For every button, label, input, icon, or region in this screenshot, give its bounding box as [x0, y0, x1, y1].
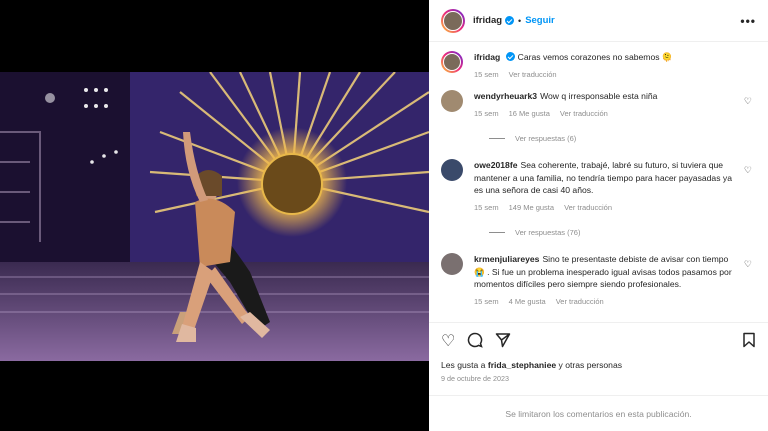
comments-limited-notice: Se limitaron los comentarios en esta pub… [429, 395, 768, 431]
comment-time: 15 sem [474, 108, 499, 118]
comment-time: 15 sem [474, 202, 499, 212]
caption-username[interactable]: ifridag [474, 52, 500, 62]
comment-avatar[interactable] [441, 159, 463, 181]
comment-heart-icon[interactable]: ♡ [744, 165, 752, 176]
caption-translate-link[interactable]: Ver traducción [509, 70, 557, 79]
media-area [0, 0, 429, 431]
comment-avatar[interactable] [441, 253, 463, 275]
comment-likes[interactable]: 4 Me gusta [509, 297, 546, 306]
comment-item: wendyrheuark3 Wow q irresponsable esta ni… [441, 90, 756, 120]
post-side-panel: ifridag • Seguir ••• ifridag Caras vemos… [429, 0, 768, 431]
comments-list[interactable]: ifridag Caras vemos corazones no sabemos… [429, 42, 768, 322]
comment-heart-icon[interactable]: ♡ [744, 96, 752, 107]
caption-time: 15 sem [474, 69, 499, 79]
author-avatar[interactable] [441, 8, 465, 33]
comment-likes[interactable]: 16 Me gusta [509, 109, 550, 118]
post-actions: ♡ [429, 322, 768, 360]
likes-summary[interactable]: Les gusta a frida_stephaniee y otras per… [441, 360, 622, 370]
comment-avatar[interactable] [441, 90, 463, 112]
post-header: ifridag • Seguir ••• [429, 0, 768, 42]
comment-translate-link[interactable]: Ver traducción [560, 109, 608, 118]
share-icon[interactable] [495, 332, 511, 352]
comment-likes[interactable]: 149 Me gusta [509, 203, 554, 212]
comment-text: Wow q irresponsable esta niña [540, 91, 658, 101]
comment-heart-icon[interactable]: ♡ [744, 259, 752, 270]
comment-username[interactable]: wendyrheuark3 [474, 91, 537, 101]
comment-item: krmenjuliareyes Sino te presentaste debis… [441, 253, 756, 308]
comment-translate-link[interactable]: Ver traducción [564, 203, 612, 212]
verified-badge-icon [506, 52, 516, 61]
caption-item: ifridag Caras vemos corazones no sabemos… [441, 51, 756, 81]
view-replies-link[interactable]: Ver respuestas (6) [489, 134, 756, 143]
follow-button[interactable]: Seguir [525, 15, 555, 26]
comment-time: 15 sem [474, 296, 499, 306]
post-photo[interactable] [0, 72, 429, 361]
comment-username[interactable]: krmenjuliareyes [474, 254, 539, 264]
verified-badge-icon [505, 16, 515, 25]
author-avatar[interactable] [441, 51, 463, 73]
more-options-icon[interactable]: ••• [740, 14, 756, 28]
view-replies-link[interactable]: Ver respuestas (76) [489, 228, 756, 237]
comment-translate-link[interactable]: Ver traducción [556, 297, 604, 306]
post-viewer: ifridag • Seguir ••• ifridag Caras vemos… [0, 0, 768, 431]
separator-dot: • [518, 15, 522, 26]
comment-icon[interactable] [467, 332, 484, 352]
heart-icon[interactable]: ♡ [441, 333, 455, 350]
caption-text: Caras vemos corazones no sabemos 🫠 [517, 52, 673, 62]
post-date: 9 de octubre de 2023 [441, 374, 509, 383]
author-username[interactable]: ifridag [473, 15, 502, 26]
likes-user[interactable]: frida_stephaniee [488, 360, 556, 370]
comment-username[interactable]: owe2018fe [474, 160, 517, 170]
bookmark-icon[interactable] [742, 332, 756, 352]
dance-stage-image [0, 72, 429, 361]
comment-item: owe2018fe Sea coherente, trabajé, labré s… [441, 159, 756, 214]
